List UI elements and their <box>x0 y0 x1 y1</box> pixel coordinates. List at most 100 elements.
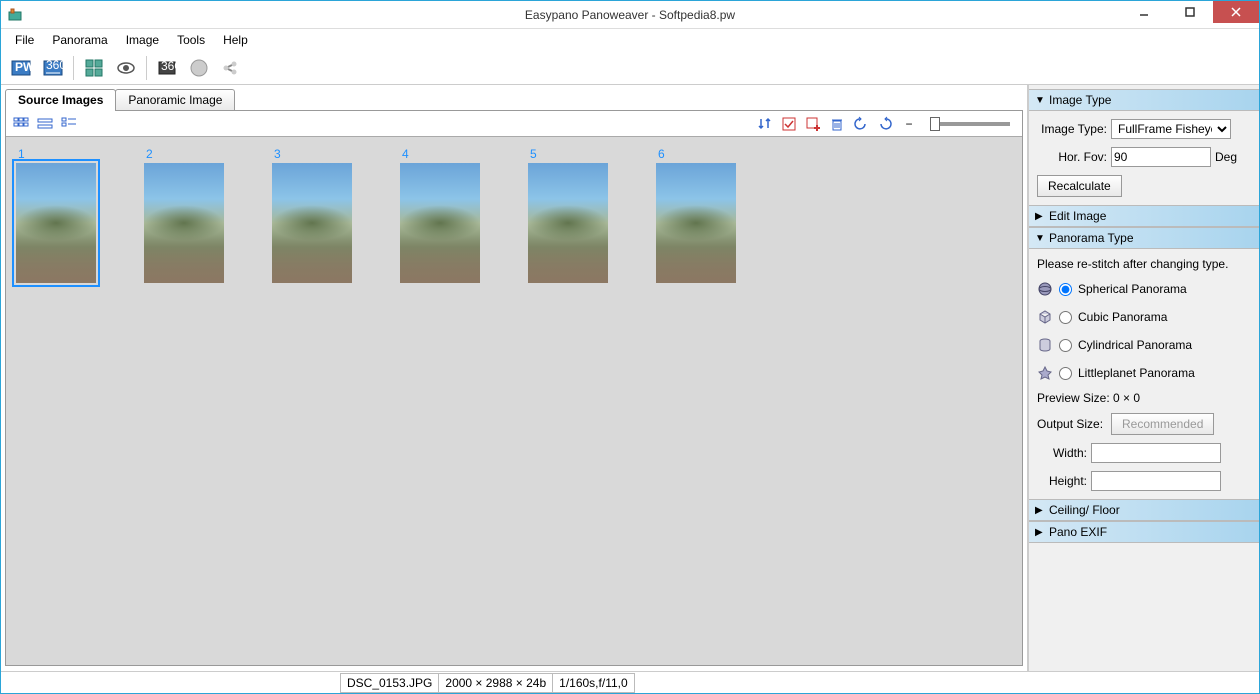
panel-title: Image Type <box>1049 93 1111 107</box>
cylinder-icon <box>1037 337 1053 353</box>
radio-cylindrical[interactable]: Cylindrical Panorama <box>1037 335 1251 355</box>
thumbnail-image[interactable] <box>144 163 224 283</box>
panel-image-type-body: Image Type: FullFrame Fisheye Hor. Fov: … <box>1029 111 1259 205</box>
image-type-label: Image Type: <box>1037 122 1107 136</box>
preview-button[interactable] <box>112 54 140 82</box>
littleplanet-radio[interactable] <box>1059 367 1072 380</box>
add-image-button[interactable] <box>802 113 824 135</box>
menu-tools[interactable]: Tools <box>169 31 213 49</box>
radio-spherical[interactable]: Spherical Panorama <box>1037 279 1251 299</box>
panel-ceiling-floor-header[interactable]: ▶ Ceiling/ Floor <box>1029 499 1259 521</box>
minimize-button[interactable] <box>1121 1 1167 23</box>
thumb-item[interactable]: 2 <box>144 147 224 283</box>
preview-size-label: Preview Size: 0 × 0 <box>1037 391 1251 405</box>
thumb-item[interactable]: 6 <box>656 147 736 283</box>
rotate-left-button[interactable] <box>850 113 872 135</box>
open-360-button[interactable]: 360 <box>39 54 67 82</box>
view-grid-button[interactable] <box>10 113 32 135</box>
rotate-right-button[interactable] <box>874 113 896 135</box>
cubic-radio[interactable] <box>1059 311 1072 324</box>
maximize-button[interactable] <box>1167 1 1213 23</box>
output-size-label: Output Size: <box>1037 417 1107 431</box>
close-button[interactable] <box>1213 1 1259 23</box>
radio-cubic[interactable]: Cubic Panorama <box>1037 307 1251 327</box>
menu-help[interactable]: Help <box>215 31 256 49</box>
zoom-out-icon[interactable]: − <box>898 113 920 135</box>
thumb-number: 5 <box>528 147 608 161</box>
radio-littleplanet[interactable]: Littleplanet Panorama <box>1037 363 1251 383</box>
recalculate-button[interactable]: Recalculate <box>1037 175 1122 197</box>
check-button[interactable] <box>778 113 800 135</box>
thumbnail-image[interactable] <box>272 163 352 283</box>
svg-text:360: 360 <box>46 58 64 72</box>
collapse-arrow-icon: ▶ <box>1035 505 1045 516</box>
menu-panorama[interactable]: Panorama <box>44 31 115 49</box>
svg-text:360: 360 <box>161 59 178 73</box>
collapse-arrow-icon: ▶ <box>1035 211 1045 222</box>
hor-fov-input[interactable] <box>1111 147 1211 167</box>
svg-text:PW: PW <box>15 60 32 74</box>
open-pw-button[interactable]: PW <box>7 54 35 82</box>
thumb-number: 2 <box>144 147 224 161</box>
thumb-number: 6 <box>656 147 736 161</box>
cylindrical-radio[interactable] <box>1059 339 1072 352</box>
share-button[interactable] <box>217 54 245 82</box>
main-area: Source Images Panoramic Image − 1 <box>1 85 1259 671</box>
panel-pano-exif-header[interactable]: ▶ Pano EXIF <box>1029 521 1259 543</box>
left-panel: Source Images Panoramic Image − 1 <box>1 85 1027 671</box>
sort-button[interactable] <box>754 113 776 135</box>
right-sidebar: ▼ Image Type Image Type: FullFrame Fishe… <box>1027 85 1259 671</box>
thumbnails-area: 1 2 3 4 5 <box>6 137 1022 665</box>
panel-title: Ceiling/ Floor <box>1049 503 1120 517</box>
thumbnail-image[interactable] <box>656 163 736 283</box>
cube-icon <box>1037 309 1053 325</box>
delete-button[interactable] <box>826 113 848 135</box>
thumb-item[interactable]: 5 <box>528 147 608 283</box>
window-title: Easypano Panoweaver - Softpedia8.pw <box>525 8 735 22</box>
height-label: Height: <box>1037 474 1087 488</box>
tab-source-images[interactable]: Source Images <box>5 89 116 111</box>
menu-image[interactable]: Image <box>118 31 167 49</box>
menu-file[interactable]: File <box>7 31 42 49</box>
titlebar: Easypano Panoweaver - Softpedia8.pw <box>1 1 1259 29</box>
panel-title: Pano EXIF <box>1049 525 1107 539</box>
thumbnail-image[interactable] <box>400 163 480 283</box>
view-detail-button[interactable] <box>58 113 80 135</box>
app-icon <box>7 7 23 23</box>
image-type-select[interactable]: FullFrame Fisheye <box>1111 119 1231 139</box>
width-input[interactable] <box>1091 443 1221 463</box>
thumb-item[interactable]: 1 <box>16 147 96 283</box>
view-list-button[interactable] <box>34 113 56 135</box>
panel-panorama-type-body: Please re-stitch after changing type. Sp… <box>1029 249 1259 499</box>
collapse-arrow-icon: ▶ <box>1035 527 1045 538</box>
stitch-button[interactable] <box>80 54 108 82</box>
status-exposure: 1/160s,f/11,0 <box>552 673 635 693</box>
recommended-button[interactable]: Recommended <box>1111 413 1214 435</box>
thumb-number: 4 <box>400 147 480 161</box>
source-images-panel: − 1 2 3 4 <box>5 110 1023 666</box>
expand-arrow-icon: ▼ <box>1035 95 1045 106</box>
star-icon <box>1037 365 1053 381</box>
thumb-number: 3 <box>272 147 352 161</box>
hor-fov-label: Hor. Fov: <box>1037 150 1107 164</box>
panel-image-type-header[interactable]: ▼ Image Type <box>1029 89 1259 111</box>
tab-panoramic-image[interactable]: Panoramic Image <box>115 89 235 111</box>
panel-edit-image-header[interactable]: ▶ Edit Image <box>1029 205 1259 227</box>
expand-arrow-icon: ▼ <box>1035 233 1045 244</box>
main-toolbar: PW 360 360 <box>1 51 1259 85</box>
height-input[interactable] <box>1091 471 1221 491</box>
thumbnail-image[interactable] <box>528 163 608 283</box>
panel-panorama-type-header[interactable]: ▼ Panorama Type <box>1029 227 1259 249</box>
thumbnail-image[interactable] <box>16 163 96 283</box>
width-label: Width: <box>1037 446 1087 460</box>
window-controls <box>1121 1 1259 23</box>
spherical-radio[interactable] <box>1059 283 1072 296</box>
statusbar: DSC_0153.JPG 2000 × 2988 × 24b 1/160s,f/… <box>1 671 1259 693</box>
thumb-item[interactable]: 4 <box>400 147 480 283</box>
thumbnail-size-slider[interactable] <box>930 122 1010 126</box>
publish-button[interactable]: 360 <box>153 54 181 82</box>
thumb-item[interactable]: 3 <box>272 147 352 283</box>
menubar: File Panorama Image Tools Help <box>1 29 1259 51</box>
status-filename: DSC_0153.JPG <box>340 673 439 693</box>
disabled-globe-button[interactable] <box>185 54 213 82</box>
